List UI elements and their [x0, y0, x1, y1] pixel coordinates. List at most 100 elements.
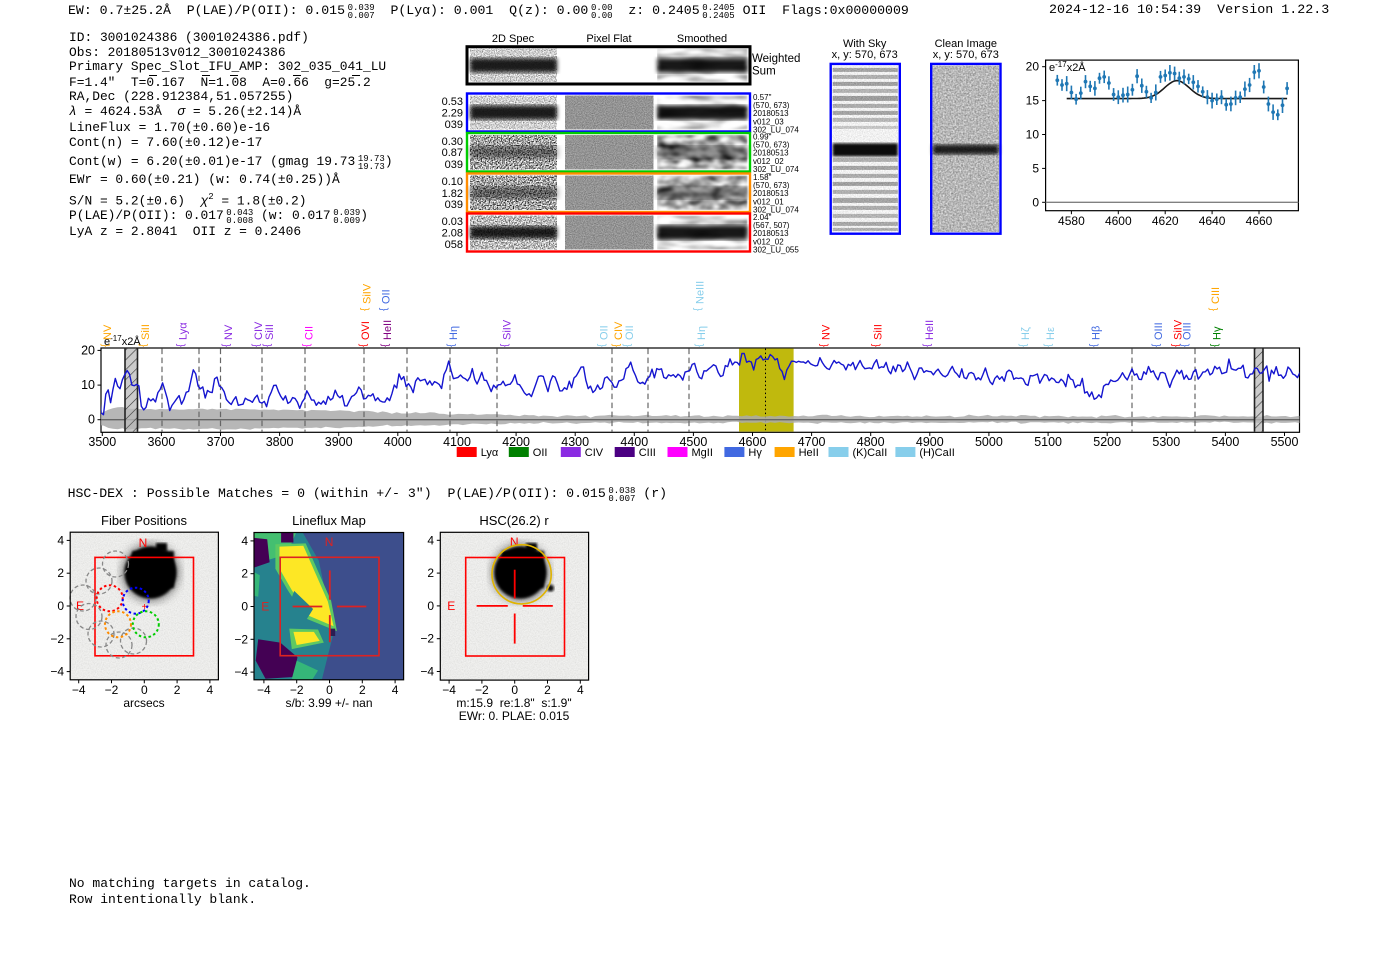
svg-text:039: 039 [445, 199, 463, 211]
svg-text:302_LU_055: 302_LU_055 [753, 245, 799, 254]
svg-text:−4: −4 [442, 683, 456, 697]
svg-text:4: 4 [241, 534, 248, 548]
svg-text:{: { [1180, 343, 1191, 347]
svg-text:Smoothed: Smoothed [677, 33, 727, 45]
svg-text:{: { [622, 343, 633, 347]
svg-text:SiII: SiII [872, 324, 884, 340]
svg-text:039: 039 [445, 159, 463, 171]
svg-text:{: { [1089, 343, 1100, 347]
svg-text:−2: −2 [234, 632, 248, 646]
svg-text:0.30: 0.30 [442, 136, 463, 148]
svg-text:5300: 5300 [1152, 435, 1180, 449]
svg-text:−2: −2 [420, 632, 434, 646]
svg-text:−4: −4 [420, 665, 434, 679]
svg-text:0: 0 [1032, 195, 1039, 209]
svg-text:5100: 5100 [1034, 435, 1062, 449]
svg-text:3700: 3700 [207, 435, 235, 449]
svg-text:OIII: OIII [1182, 322, 1194, 340]
svg-text:{: { [693, 307, 704, 311]
svg-text:NV: NV [820, 324, 832, 340]
svg-text:2.08: 2.08 [442, 228, 463, 240]
svg-text:x, y: 570, 673: x, y: 570, 673 [933, 49, 999, 61]
svg-text:{: { [611, 343, 622, 347]
svg-text:{: { [694, 343, 705, 347]
svg-text:CIII: CIII [1210, 287, 1222, 304]
svg-text:−4: −4 [50, 665, 64, 679]
svg-text:3900: 3900 [325, 435, 353, 449]
svg-text:OVI: OVI [360, 321, 372, 340]
svg-text:CIII: CIII [639, 447, 656, 459]
svg-text:0.87: 0.87 [442, 147, 463, 159]
svg-text:4100: 4100 [443, 435, 471, 449]
svg-text:NV: NV [102, 324, 114, 340]
svg-text:Hη: Hη [448, 326, 460, 340]
svg-text:0: 0 [57, 599, 64, 613]
svg-text:5200: 5200 [1093, 435, 1121, 449]
svg-text:4580: 4580 [1058, 214, 1085, 228]
svg-text:2: 2 [544, 683, 551, 697]
svg-text:5400: 5400 [1211, 435, 1239, 449]
svg-text:4000: 4000 [384, 435, 412, 449]
svg-text:SiIV: SiIV [362, 283, 374, 304]
svg-text:{: { [358, 343, 369, 347]
svg-text:0: 0 [88, 413, 95, 427]
svg-text:Lineflux Map: Lineflux Map [292, 513, 366, 528]
svg-text:{: { [380, 343, 391, 347]
svg-text:−2: −2 [50, 632, 64, 646]
svg-text:x, y: 570, 673: x, y: 570, 673 [832, 49, 898, 61]
svg-text:OII: OII [599, 325, 611, 340]
svg-text:e-17x2Å: e-17x2Å [1049, 60, 1086, 74]
svg-text:Lyα: Lyα [178, 322, 190, 340]
svg-text:E: E [261, 600, 269, 614]
svg-text:4: 4 [427, 533, 434, 547]
svg-text:0: 0 [511, 683, 518, 697]
svg-text:N: N [325, 535, 334, 549]
svg-text:2: 2 [57, 566, 64, 580]
svg-text:20: 20 [1026, 60, 1040, 74]
svg-text:NeIII: NeIII [695, 281, 707, 304]
svg-text:HeII: HeII [799, 447, 819, 459]
svg-text:{: { [870, 343, 881, 347]
svg-text:1.82: 1.82 [442, 188, 463, 200]
svg-text:MgII: MgII [692, 447, 713, 459]
svg-text:0: 0 [241, 600, 248, 614]
svg-text:SiII: SiII [264, 324, 276, 340]
svg-text:{: { [922, 343, 933, 347]
svg-text:4660: 4660 [1246, 214, 1273, 228]
svg-text:(H)CaII: (H)CaII [919, 447, 954, 459]
svg-text:4200: 4200 [502, 435, 530, 449]
svg-text:2D Spec: 2D Spec [492, 33, 535, 45]
svg-text:3800: 3800 [266, 435, 294, 449]
svg-text:5500: 5500 [1271, 435, 1299, 449]
svg-text:Fiber Positions: Fiber Positions [101, 513, 187, 528]
svg-text:{: { [301, 343, 312, 347]
svg-text:OII: OII [380, 289, 392, 304]
svg-text:Sum: Sum [752, 66, 776, 78]
svg-text:OIII: OIII [1153, 322, 1165, 340]
svg-text:Lyα: Lyα [481, 447, 499, 459]
svg-text:arcsecs: arcsecs [123, 696, 164, 710]
svg-text:2: 2 [241, 567, 248, 581]
svg-text:Hγ: Hγ [1212, 326, 1224, 340]
svg-text:−4: −4 [72, 683, 86, 697]
svg-text:SiII: SiII [140, 324, 152, 340]
svg-text:0: 0 [326, 683, 333, 697]
svg-text:039: 039 [445, 119, 463, 131]
svg-text:HSC(26.2) r: HSC(26.2) r [479, 513, 549, 528]
svg-text:Pixel Flat: Pixel Flat [586, 33, 631, 45]
svg-text:0.10: 0.10 [442, 176, 463, 188]
svg-text:4: 4 [57, 533, 64, 547]
svg-text:Hζ: Hζ [1020, 327, 1032, 340]
svg-text:{: { [597, 343, 608, 347]
svg-text:4: 4 [392, 683, 399, 697]
svg-text:3500: 3500 [88, 435, 116, 449]
svg-text:2: 2 [174, 683, 181, 697]
svg-text:{: { [221, 343, 232, 347]
svg-text:10: 10 [1026, 128, 1040, 142]
svg-text:NV: NV [223, 324, 235, 340]
svg-text:−2: −2 [105, 683, 119, 697]
svg-text:{: { [1210, 343, 1221, 347]
svg-text:058: 058 [445, 239, 463, 251]
svg-text:{: { [1018, 343, 1029, 347]
svg-text:4640: 4640 [1199, 214, 1226, 228]
